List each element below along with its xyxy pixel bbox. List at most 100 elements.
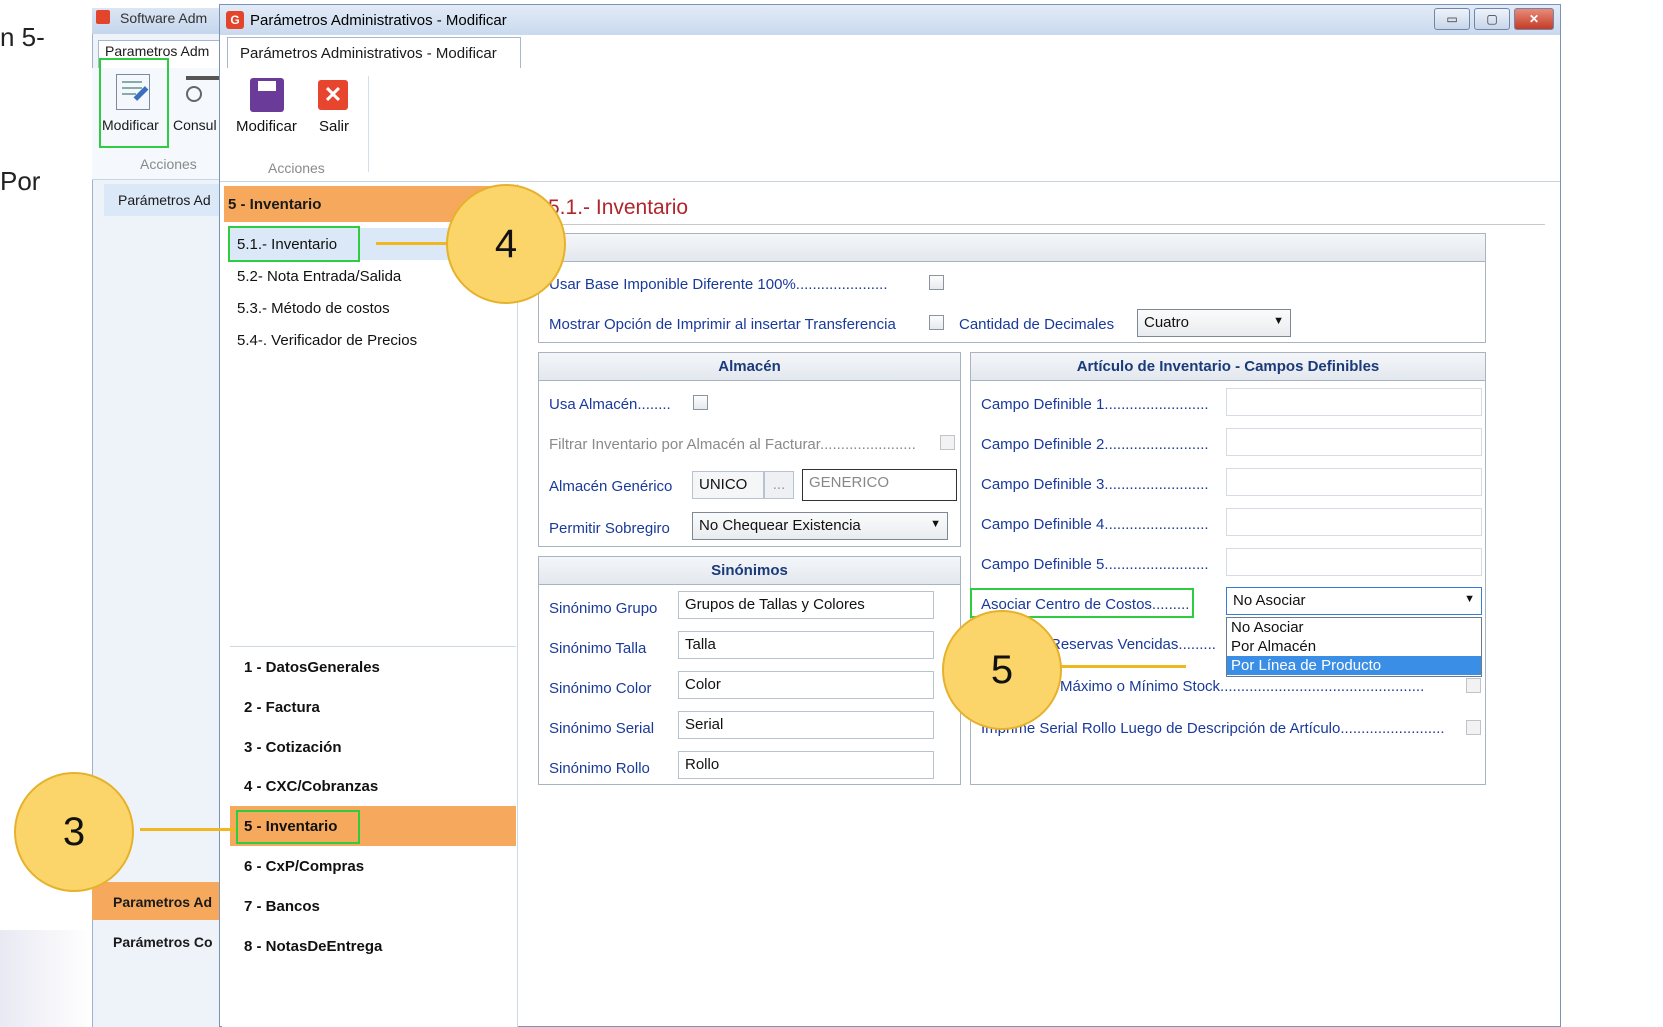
almacen-generico-name-input[interactable]: GENERICO	[802, 469, 957, 501]
maximize-button[interactable]: ▢	[1474, 8, 1510, 30]
almacen-header: Almacén	[539, 353, 960, 381]
sinonimo-serial-label: Sinónimo Serial	[549, 720, 655, 737]
mostrar-opcion-label: Mostrar Opción de Imprimir al insertar T…	[549, 316, 896, 333]
imprime-serial-label: Imprime Serial Rollo Luego de Descripció…	[981, 720, 1445, 737]
acciones-group-label: Acciones	[268, 160, 325, 176]
nav-subitem-inventario[interactable]: 5.1.- Inventario	[237, 236, 337, 253]
campo-definible-3-label: Campo Definible 3.......................…	[981, 476, 1209, 493]
nav-subitem-verificador[interactable]: 5.4-. Verificador de Precios	[237, 332, 417, 349]
callout-4-connector	[376, 242, 450, 245]
base-imponible-label: Usar Base Imponible Diferente 100%......…	[549, 276, 888, 293]
sinonimos-header: Sinónimos	[539, 557, 960, 585]
sinonimo-grupo-label: Sinónimo Grupo	[549, 600, 658, 617]
background-window-title: Software Adm	[120, 10, 208, 26]
campo-definible-4-input[interactable]	[1226, 508, 1482, 536]
ribbon-separator	[368, 76, 369, 172]
section-rule	[540, 224, 1545, 225]
salir-button[interactable]: Salir	[319, 118, 349, 135]
nav-subitem-nota[interactable]: 5.2- Nota Entrada/Salida	[237, 268, 401, 285]
nav-main-cxc[interactable]: 4 - CXC/Cobranzas	[244, 778, 378, 795]
slide-text-fragment-2: Por	[0, 166, 41, 196]
search-list-icon	[186, 76, 222, 110]
background-acciones-label: Acciones	[140, 156, 197, 172]
exit-icon[interactable]: ✕	[318, 80, 348, 110]
nav-subitem-metodo[interactable]: 5.3.- Método de costos	[237, 300, 390, 317]
campo-definible-1-label: Campo Definible 1.......................…	[981, 396, 1209, 413]
cantidad-decimales-label: Cantidad de Decimales	[959, 316, 1115, 333]
background-modificar-label: Modificar	[102, 117, 159, 133]
articulo-header: Artículo de Inventario - Campos Definibl…	[971, 353, 1485, 381]
minimize-button[interactable]: ▭	[1434, 8, 1470, 30]
chevron-down-icon: ▼	[1273, 315, 1284, 327]
sinonimo-talla-input[interactable]: Talla	[678, 631, 934, 659]
campo-definible-5-input[interactable]	[1226, 548, 1482, 576]
background-bottom-nav-label-2[interactable]: Parámetros Co	[113, 934, 213, 950]
cantidad-decimales-value: Cuatro	[1144, 314, 1190, 331]
sinonimo-rollo-label: Sinónimo Rollo	[549, 760, 650, 777]
chevron-down-icon: ▼	[1464, 593, 1475, 605]
section-title: 5.1.- Inventario	[548, 196, 689, 219]
app-icon: G	[226, 11, 244, 29]
centro-costos-select[interactable]: No Asociar ▼	[1226, 587, 1482, 615]
campo-definible-2-input[interactable]	[1226, 428, 1482, 456]
background-modificar-button[interactable]	[99, 58, 169, 148]
dropdown-option-por-linea[interactable]: Por Línea de Producto	[1227, 656, 1481, 675]
window-tab-label: Parámetros Administrativos - Modificar	[240, 45, 497, 62]
background-app-icon	[96, 10, 110, 24]
maximo-minimo-checkbox[interactable]	[1466, 678, 1481, 693]
permitir-sobregiro-value: No Chequear Existencia	[699, 517, 861, 534]
slide-background-gradient	[0, 930, 92, 1027]
cantidad-decimales-select[interactable]: Cuatro ▼	[1137, 309, 1291, 337]
slide-text-fragment-1: n 5-	[0, 22, 45, 52]
mostrar-opcion-checkbox[interactable]	[929, 315, 944, 330]
background-consultar-label[interactable]: Consul	[173, 117, 217, 133]
callout-3: 3	[14, 772, 134, 892]
campo-definible-4-label: Campo Definible 4.......................…	[981, 516, 1209, 533]
nav-main-inventario[interactable]: 5 - Inventario	[244, 818, 337, 835]
dropdown-option-por-almacen[interactable]: Por Almacén	[1227, 637, 1481, 656]
campo-definible-3-input[interactable]	[1226, 468, 1482, 496]
base-imponible-checkbox[interactable]	[929, 275, 944, 290]
nav-main-notasdeentrega[interactable]: 8 - NotasDeEntrega	[244, 938, 382, 955]
filtrar-inventario-checkbox[interactable]	[940, 435, 955, 450]
close-button[interactable]: ✕	[1514, 8, 1554, 30]
sinonimo-serial-input[interactable]: Serial	[678, 711, 934, 739]
maximo-minimo-label: Máximo o Mínimo Stock...................…	[1060, 678, 1425, 695]
dropdown-option-no-asociar[interactable]: No Asociar	[1227, 618, 1481, 637]
reservas-vencidas-label: Reservas Vencidas.........	[1050, 636, 1216, 653]
usa-almacen-label: Usa Almacén........	[549, 396, 671, 413]
sinonimo-color-label: Sinónimo Color	[549, 680, 652, 697]
chevron-down-icon: ▼	[930, 518, 941, 530]
general-group-header	[539, 234, 1485, 262]
window-title: Parámetros Administrativos - Modificar	[250, 12, 507, 29]
sinonimo-grupo-input[interactable]: Grupos de Tallas y Colores	[678, 591, 934, 619]
centro-costos-dropdown-list: No Asociar Por Almacén Por Línea de Prod…	[1226, 617, 1482, 677]
campo-definible-2-label: Campo Definible 2.......................…	[981, 436, 1209, 453]
callout-3-connector	[140, 828, 236, 831]
modificar-button[interactable]: Modificar	[236, 118, 297, 135]
campo-definible-5-label: Campo Definible 5.......................…	[981, 556, 1209, 573]
nav-main-datosgenerales[interactable]: 1 - DatosGenerales	[244, 659, 380, 676]
almacen-generico-code-input[interactable]: UNICO	[692, 471, 764, 499]
sinonimo-color-input[interactable]: Color	[678, 671, 934, 699]
filtrar-inventario-label: Filtrar Inventario por Almacén al Factur…	[549, 436, 916, 453]
nav-divider	[230, 646, 516, 647]
callout-5-connector	[1058, 665, 1186, 668]
permitir-sobregiro-label: Permitir Sobregiro	[549, 520, 670, 537]
imprime-serial-checkbox[interactable]	[1466, 720, 1481, 735]
save-icon[interactable]	[250, 78, 284, 112]
callout-4: 4	[446, 184, 566, 304]
background-window-tab-label: Parametros Adm	[105, 43, 210, 59]
usa-almacen-checkbox[interactable]	[693, 395, 708, 410]
nav-main-factura[interactable]: 2 - Factura	[244, 699, 320, 716]
permitir-sobregiro-select[interactable]: No Chequear Existencia ▼	[692, 512, 948, 540]
callout-5: 5	[942, 610, 1062, 730]
centro-costos-value: No Asociar	[1233, 592, 1306, 609]
sinonimo-rollo-input[interactable]: Rollo	[678, 751, 934, 779]
sinonimo-talla-label: Sinónimo Talla	[549, 640, 647, 657]
almacen-generico-lookup-button[interactable]: ...	[764, 471, 794, 499]
nav-main-cxp[interactable]: 6 - CxP/Compras	[244, 858, 364, 875]
campo-definible-1-input[interactable]	[1226, 388, 1482, 416]
nav-main-cotizacion[interactable]: 3 - Cotización	[244, 739, 342, 756]
nav-main-bancos[interactable]: 7 - Bancos	[244, 898, 320, 915]
